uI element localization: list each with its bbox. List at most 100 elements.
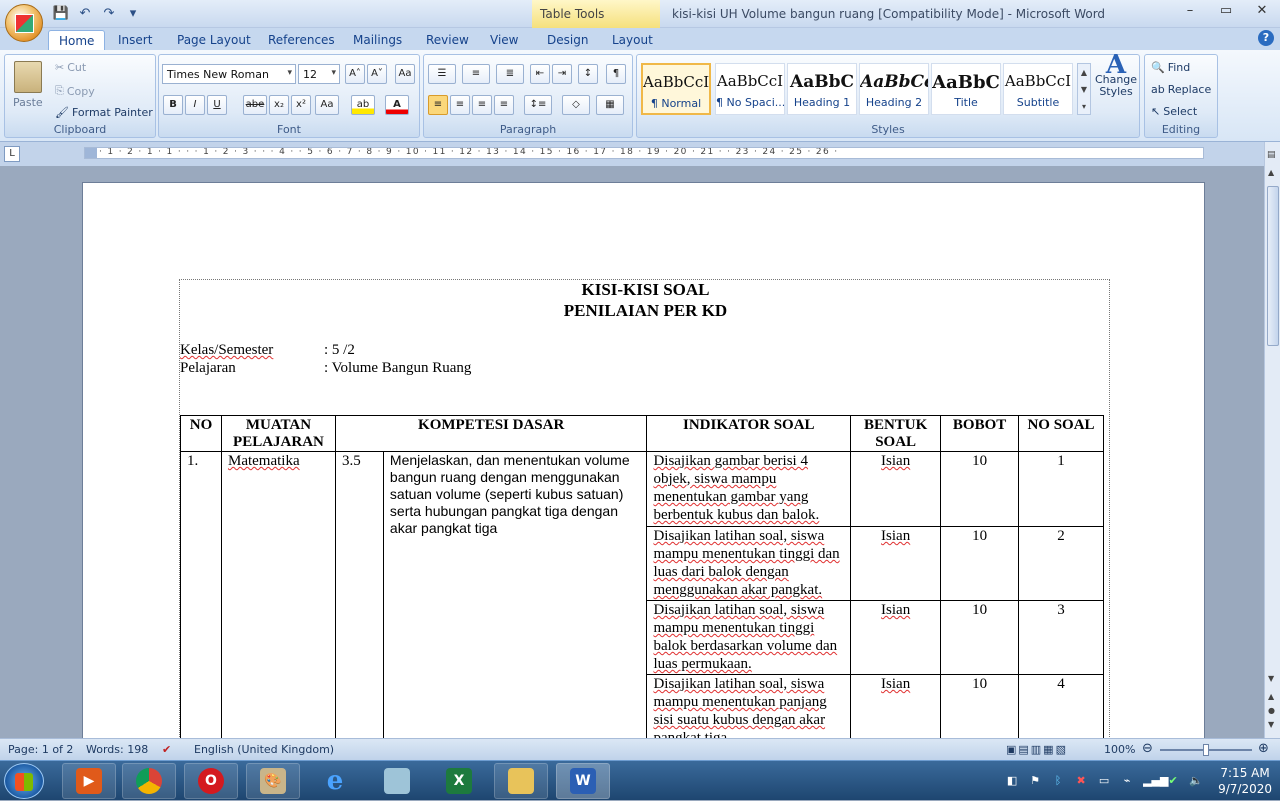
cell-no-soal[interactable]: 1 [1018,451,1104,527]
underline-button[interactable]: U [207,95,227,115]
network-icon[interactable]: ✔ [1166,774,1180,788]
monitor-icon[interactable]: ▭ [1097,774,1111,788]
italic-button[interactable]: I [185,95,205,115]
tab-references[interactable]: References [268,30,335,50]
office-button[interactable] [5,4,43,42]
cell-no-soal[interactable]: 2 [1018,526,1104,601]
cell-indikator[interactable]: Disajikan gambar berisi 4 objek, siswa m… [646,451,852,527]
cell-bentuk[interactable]: Isian [850,600,942,675]
customize-qat-icon[interactable]: ▾ [124,5,142,23]
justify-icon[interactable]: ≡ [494,95,514,115]
borders-icon[interactable]: ▦ [596,95,624,115]
language-indicator[interactable]: English (United Kingdom) [194,743,334,756]
align-right-icon[interactable]: ≡ [472,95,492,115]
horizontal-ruler[interactable]: · 1 · 2 · 1 · 1 · · · 1 · 2 · 3 · · · 4 … [84,147,1204,159]
change-styles-button[interactable]: A Change Styles [1093,52,1139,98]
subscript-button[interactable]: x₂ [269,95,289,115]
font-color-icon[interactable]: A [385,95,409,115]
taskbar-opera[interactable]: O [184,763,238,799]
show-marks-icon[interactable]: ¶ [606,64,626,84]
clock[interactable]: 7:15 AM 9/7/2020 [1218,765,1272,797]
tab-mailings[interactable]: Mailings [353,30,402,50]
antivirus-icon[interactable]: ✖ [1074,774,1088,788]
tab-layout[interactable]: Layout [612,30,653,50]
tray-app-icon[interactable]: ◧ [1005,774,1019,788]
numbering-icon[interactable]: ≡ [462,64,490,84]
next-page-icon[interactable]: ▼ [1268,720,1274,729]
cell-no[interactable]: 1. [180,451,222,738]
scroll-thumb[interactable] [1267,186,1279,346]
paste-button[interactable]: Paste [13,61,43,109]
font-family-select[interactable]: Times New Roman [162,64,296,84]
superscript-button[interactable]: x² [291,95,311,115]
help-icon[interactable]: ? [1258,30,1274,46]
scroll-up-icon[interactable]: ▲ [1268,168,1274,177]
style-heading-1[interactable]: AaBbC Heading 1 [787,63,857,115]
tab-page-layout[interactable]: Page Layout [177,30,251,50]
align-center-icon[interactable]: ≡ [450,95,470,115]
minimize-button[interactable]: – [1172,0,1208,22]
word-count[interactable]: Words: 198 [86,743,148,756]
tab-home[interactable]: Home [48,30,106,50]
style-subtitle[interactable]: AaBbCcI Subtitle [1003,63,1073,115]
redo-icon[interactable]: ↷ [100,5,118,23]
undo-icon[interactable]: ↶ [76,5,94,23]
cell-no-soal[interactable]: 3 [1018,600,1104,675]
signal-icon[interactable]: ▂▄▆ [1143,774,1168,788]
highlight-icon[interactable]: ab [351,95,375,115]
taskbar-internet-explorer[interactable]: e [308,763,362,799]
tab-view[interactable]: View [490,30,518,50]
tab-review[interactable]: Review [426,30,469,50]
page-indicator[interactable]: Page: 1 of 2 [8,743,73,756]
bluetooth-icon[interactable]: ᛒ [1051,774,1065,788]
cell-bentuk[interactable]: Isian [850,674,942,738]
taskbar-paint[interactable]: 🎨 [246,763,300,799]
scroll-down-icon[interactable]: ▼ [1268,674,1274,683]
zoom-out-icon[interactable]: ⊖ [1142,741,1153,756]
shading-icon[interactable]: ◇ [562,95,590,115]
cell-indikator[interactable]: Disajikan latihan soal, siswa mampu mene… [646,526,852,601]
view-buttons-icon[interactable]: ▣▤▥▦▧ [1006,743,1068,756]
cut-button[interactable]: ✂ Cut [55,61,86,74]
taskbar-media-player[interactable]: ▶ [62,763,116,799]
multilevel-list-icon[interactable]: ≣ [496,64,524,84]
taskbar-excel[interactable]: X [432,763,486,799]
prev-page-icon[interactable]: ▲ [1268,692,1274,701]
zoom-in-icon[interactable]: ⊕ [1258,741,1269,756]
style-normal[interactable]: AaBbCcI ¶ Normal [641,63,711,115]
format-painter-button[interactable]: 🖌 Format Painter [55,106,153,119]
flag-icon[interactable]: ⚑ [1028,774,1042,788]
zoom-slider-thumb[interactable] [1203,744,1209,756]
styles-scroll-icon[interactable]: ▲ ▼ ▾ [1077,63,1091,115]
maximize-button[interactable]: ▭ [1208,0,1244,22]
grow-font-icon[interactable]: A˄ [345,64,365,84]
cell-indikator[interactable]: Disajikan latihan soal, siswa mampu mene… [646,674,852,738]
taskbar-file-explorer[interactable] [494,763,548,799]
tab-design[interactable]: Design [547,30,588,50]
cell-bentuk[interactable]: Isian [850,451,942,527]
font-size-select[interactable]: 12 [298,64,340,84]
increase-indent-icon[interactable]: ⇥ [552,64,572,84]
style-title[interactable]: AaBbC Title [931,63,1001,115]
cell-indikator[interactable]: Disajikan latihan soal, siswa mampu mene… [646,600,852,675]
select-button[interactable]: ↖ Select [1151,105,1197,118]
ruler-toggle-icon[interactable]: ▤ [1267,150,1276,160]
cell-bentuk[interactable]: Isian [850,526,942,601]
clear-formatting-icon[interactable]: Aa [395,64,415,84]
volume-icon[interactable]: 🔈 [1189,774,1203,788]
style-no-spacing[interactable]: AaBbCcI ¶ No Spaci... [715,63,785,115]
tab-selector-icon[interactable]: L [4,146,20,162]
cell-kd-text[interactable]: Menjelaskan, dan menentukan volume bangu… [382,451,648,738]
proofing-icon[interactable]: ✔ [162,743,171,756]
taskbar-word[interactable]: W [556,763,610,799]
cell-bobot[interactable]: 10 [940,600,1020,675]
line-spacing-icon[interactable]: ↕≡ [524,95,552,115]
zoom-level[interactable]: 100% [1104,743,1135,756]
cell-bobot[interactable]: 10 [940,526,1020,601]
style-heading-2[interactable]: AaBbCc Heading 2 [859,63,929,115]
find-button[interactable]: 🔍 Find [1151,61,1190,74]
cell-bobot[interactable]: 10 [940,451,1020,527]
cell-kd-no[interactable]: 3.5 [334,451,384,738]
copy-button[interactable]: ⎘ Copy [55,84,95,98]
bullets-icon[interactable]: ☰ [428,64,456,84]
